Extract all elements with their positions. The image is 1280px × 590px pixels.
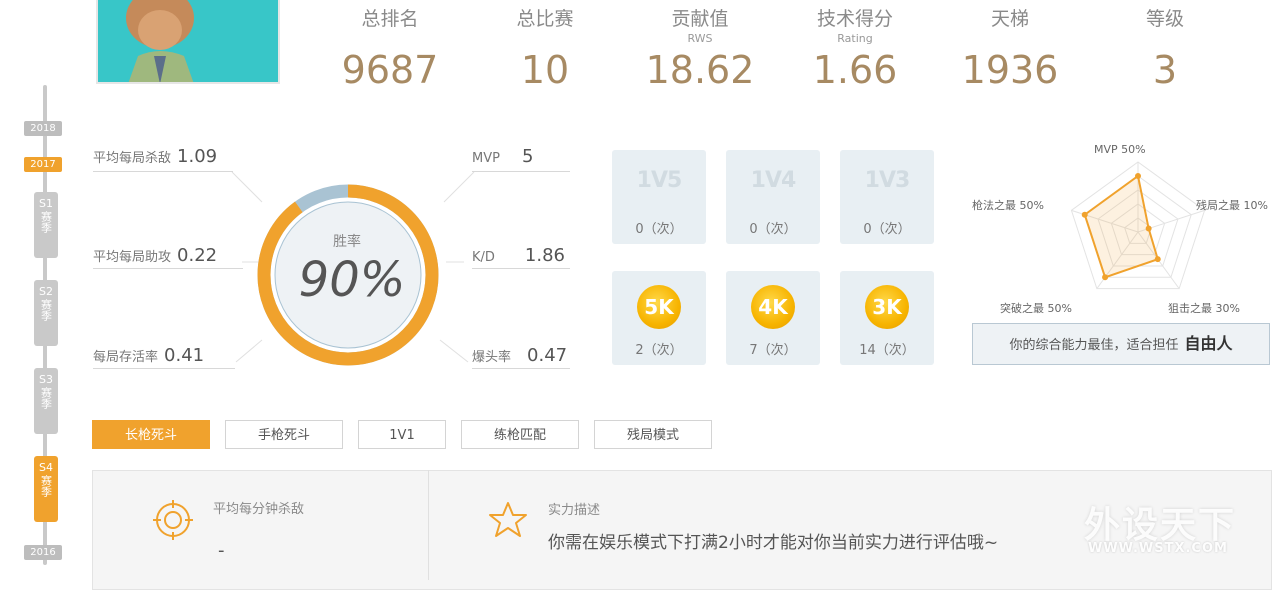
stat-value: 0.41 [164,345,205,366]
badge-coin: 4K [751,285,795,329]
underline [93,368,235,369]
stat-avg-assists: 平均每局助攻 0.22 [93,245,217,266]
radar-label-aim: 枪法之最 50% [972,199,1044,212]
stat-ladder: 天梯 1936 [940,6,1080,94]
tab-1v1[interactable]: 1V1 [358,420,446,449]
badge-count: 0（次） [863,222,911,237]
underline [93,268,243,269]
stat-headshot-rate: 爆头率 0.47 [472,345,567,366]
tab-aim-practice[interactable]: 练枪匹配 [461,420,579,449]
stat-label: 技术得分 [816,8,893,30]
season-code: S4 [39,461,53,474]
stat-value: 1936 [961,48,1059,92]
stat-label: 贡献值 [671,8,729,30]
desc-label: 实力描述 [548,503,601,518]
radar-point [1102,274,1109,281]
badge-name: 1V5 [636,168,683,193]
stat-kd: K/D 1.86 [472,245,565,266]
best-role-value: 自由人 [1184,334,1233,353]
stat-avg-kills: 平均每局杀敌 1.09 [93,146,217,167]
stat-label: 平均每局助攻 [93,250,172,265]
badge-name: 1V3 [864,168,911,193]
radar-label-clutch: 残局之最 10% [1196,199,1268,212]
badge-coin: 5K [637,285,681,329]
radar-label-sniper: 狙击之最 30% [1168,302,1240,315]
stat-label: 平均每局杀敌 [93,151,172,166]
stat-value: 1.86 [524,245,565,266]
stat-label: 爆头率 [472,350,512,365]
stat-label: 等级 [1145,8,1184,30]
underline [472,368,570,369]
stat-rating: 技术得分 Rating 1.66 [785,6,925,94]
badge-count: 2（次） [635,343,683,358]
best-role-box: 你的综合能力最佳，适合担任 自由人 [972,323,1270,365]
stat-level: 等级 3 [1095,6,1235,94]
stat-label: 每局存活率 [93,350,159,365]
badge-count: 0（次） [635,222,683,237]
badge-3k: 3K 14（次） [840,271,934,365]
badge-5k: 5K 2（次） [612,271,706,365]
radar-point [1154,256,1161,263]
underline [93,171,233,172]
badge-count: 14（次） [859,343,915,358]
stat-sub [940,32,1080,46]
kpm-value: - [218,540,225,561]
winrate-value: 90% [298,252,406,308]
stat-mvp: MVP 5 [472,146,533,167]
stat-value: 1.09 [177,146,218,167]
badge-count: 0（次） [749,222,797,237]
panel-divider [428,470,429,580]
target-icon [153,500,193,540]
stat-sub: RWS [687,32,713,45]
connector-line [443,171,475,203]
desc-text: 你需在娱乐模式下打满2小时才能对你当前实力进行评估哦~ [548,533,999,553]
year-2016[interactable]: 2016 [24,545,62,560]
stat-value: 0.47 [527,345,568,366]
tab-pistol-deathmatch[interactable]: 手枪死斗 [225,420,343,449]
badge-count: 7（次） [749,343,797,358]
radar-label-entry: 突破之最 50% [1000,302,1072,315]
watermark-url: WWW.WSTX.COM [1088,541,1228,556]
stat-rws: 贡献值 RWS 18.62 [630,6,770,94]
winrate-label: 胜率 [333,234,361,250]
badge-1v5: 1V5 0（次） [612,150,706,244]
stat-sub [1095,32,1235,46]
stat-value: 5 [521,146,534,167]
stat-value: 18.62 [645,48,755,92]
star-icon [489,502,527,537]
best-role-text: 你的综合能力最佳，适合担任 [1009,338,1179,353]
season-s4[interactable]: S4 赛季 [34,456,58,522]
badge-1v3: 1V3 0（次） [840,150,934,244]
stat-value: 0.22 [177,245,218,266]
radar-chart [1070,161,1206,290]
radar-point [1135,173,1141,179]
badge-4k: 4K 7（次） [726,271,820,365]
connector-line [439,339,469,363]
radar-label-mvp: MVP 50% [1094,143,1146,156]
stat-label: MVP [472,151,500,166]
stat-sub: Rating [837,32,873,45]
underline [472,268,570,269]
kpm-label: 平均每分钟杀敌 [213,502,305,517]
stat-label: K/D [472,250,495,265]
stat-label: 天梯 [990,8,1029,30]
tab-rifle-deathmatch[interactable]: 长枪死斗 [92,420,210,449]
radar-point [1145,225,1152,232]
underline [472,171,570,172]
stat-value: 1.66 [812,48,898,92]
tab-retake-mode[interactable]: 残局模式 [594,420,712,449]
stat-value: 3 [1152,48,1178,92]
badge-1v4: 1V4 0（次） [726,150,820,244]
badge-coin: 3K [865,285,909,329]
radar-point [1081,211,1088,218]
stat-survival-rate: 每局存活率 0.41 [93,345,204,366]
badge-name: 1V4 [750,168,797,193]
season-text: 赛季 [39,475,53,497]
